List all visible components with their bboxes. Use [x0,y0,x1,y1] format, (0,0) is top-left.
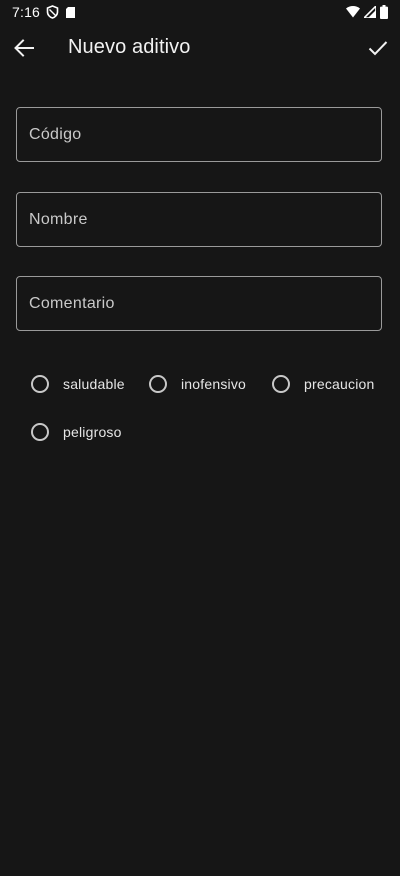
signal-icon [364,6,376,18]
nombre-field [16,192,382,247]
add-additive-screen: 7:16 Nuevo aditivo Código Nombre Comenta… [0,0,400,876]
radio-label: saludable [63,376,125,392]
status-time: 7:16 [12,4,41,20]
check-icon [368,40,388,61]
radio-option-inofensivo[interactable]: inofensivo [149,375,246,393]
status-left: 7:16 [12,4,76,20]
radio-unchecked-icon [149,375,167,393]
codigo-input[interactable] [29,108,369,161]
radio-label: precaucion [304,376,375,392]
nombre-input[interactable] [29,193,369,246]
comentario-input[interactable] [29,277,369,330]
radio-option-precaucion[interactable]: precaucion [272,375,375,393]
radio-option-peligroso[interactable]: peligroso [31,423,122,441]
shield-icon [46,5,59,19]
battery-icon [380,5,388,19]
radio-unchecked-icon [31,375,49,393]
save-button[interactable] [364,32,392,68]
status-right [346,5,388,19]
arrow-left-icon [14,38,34,62]
app-bar: Nuevo aditivo [0,24,400,76]
radio-label: inofensivo [181,376,247,392]
wifi-icon [346,6,360,18]
status-bar: 7:16 [0,0,400,24]
page-title: Nuevo aditivo [68,36,191,58]
radio-label: peligroso [63,424,122,440]
back-button[interactable] [8,32,40,68]
radio-unchecked-icon [31,423,49,441]
radio-option-saludable[interactable]: saludable [31,375,125,393]
sd-card-icon [65,6,76,19]
radio-unchecked-icon [272,375,290,393]
comentario-field [16,276,382,331]
codigo-field [16,107,382,162]
